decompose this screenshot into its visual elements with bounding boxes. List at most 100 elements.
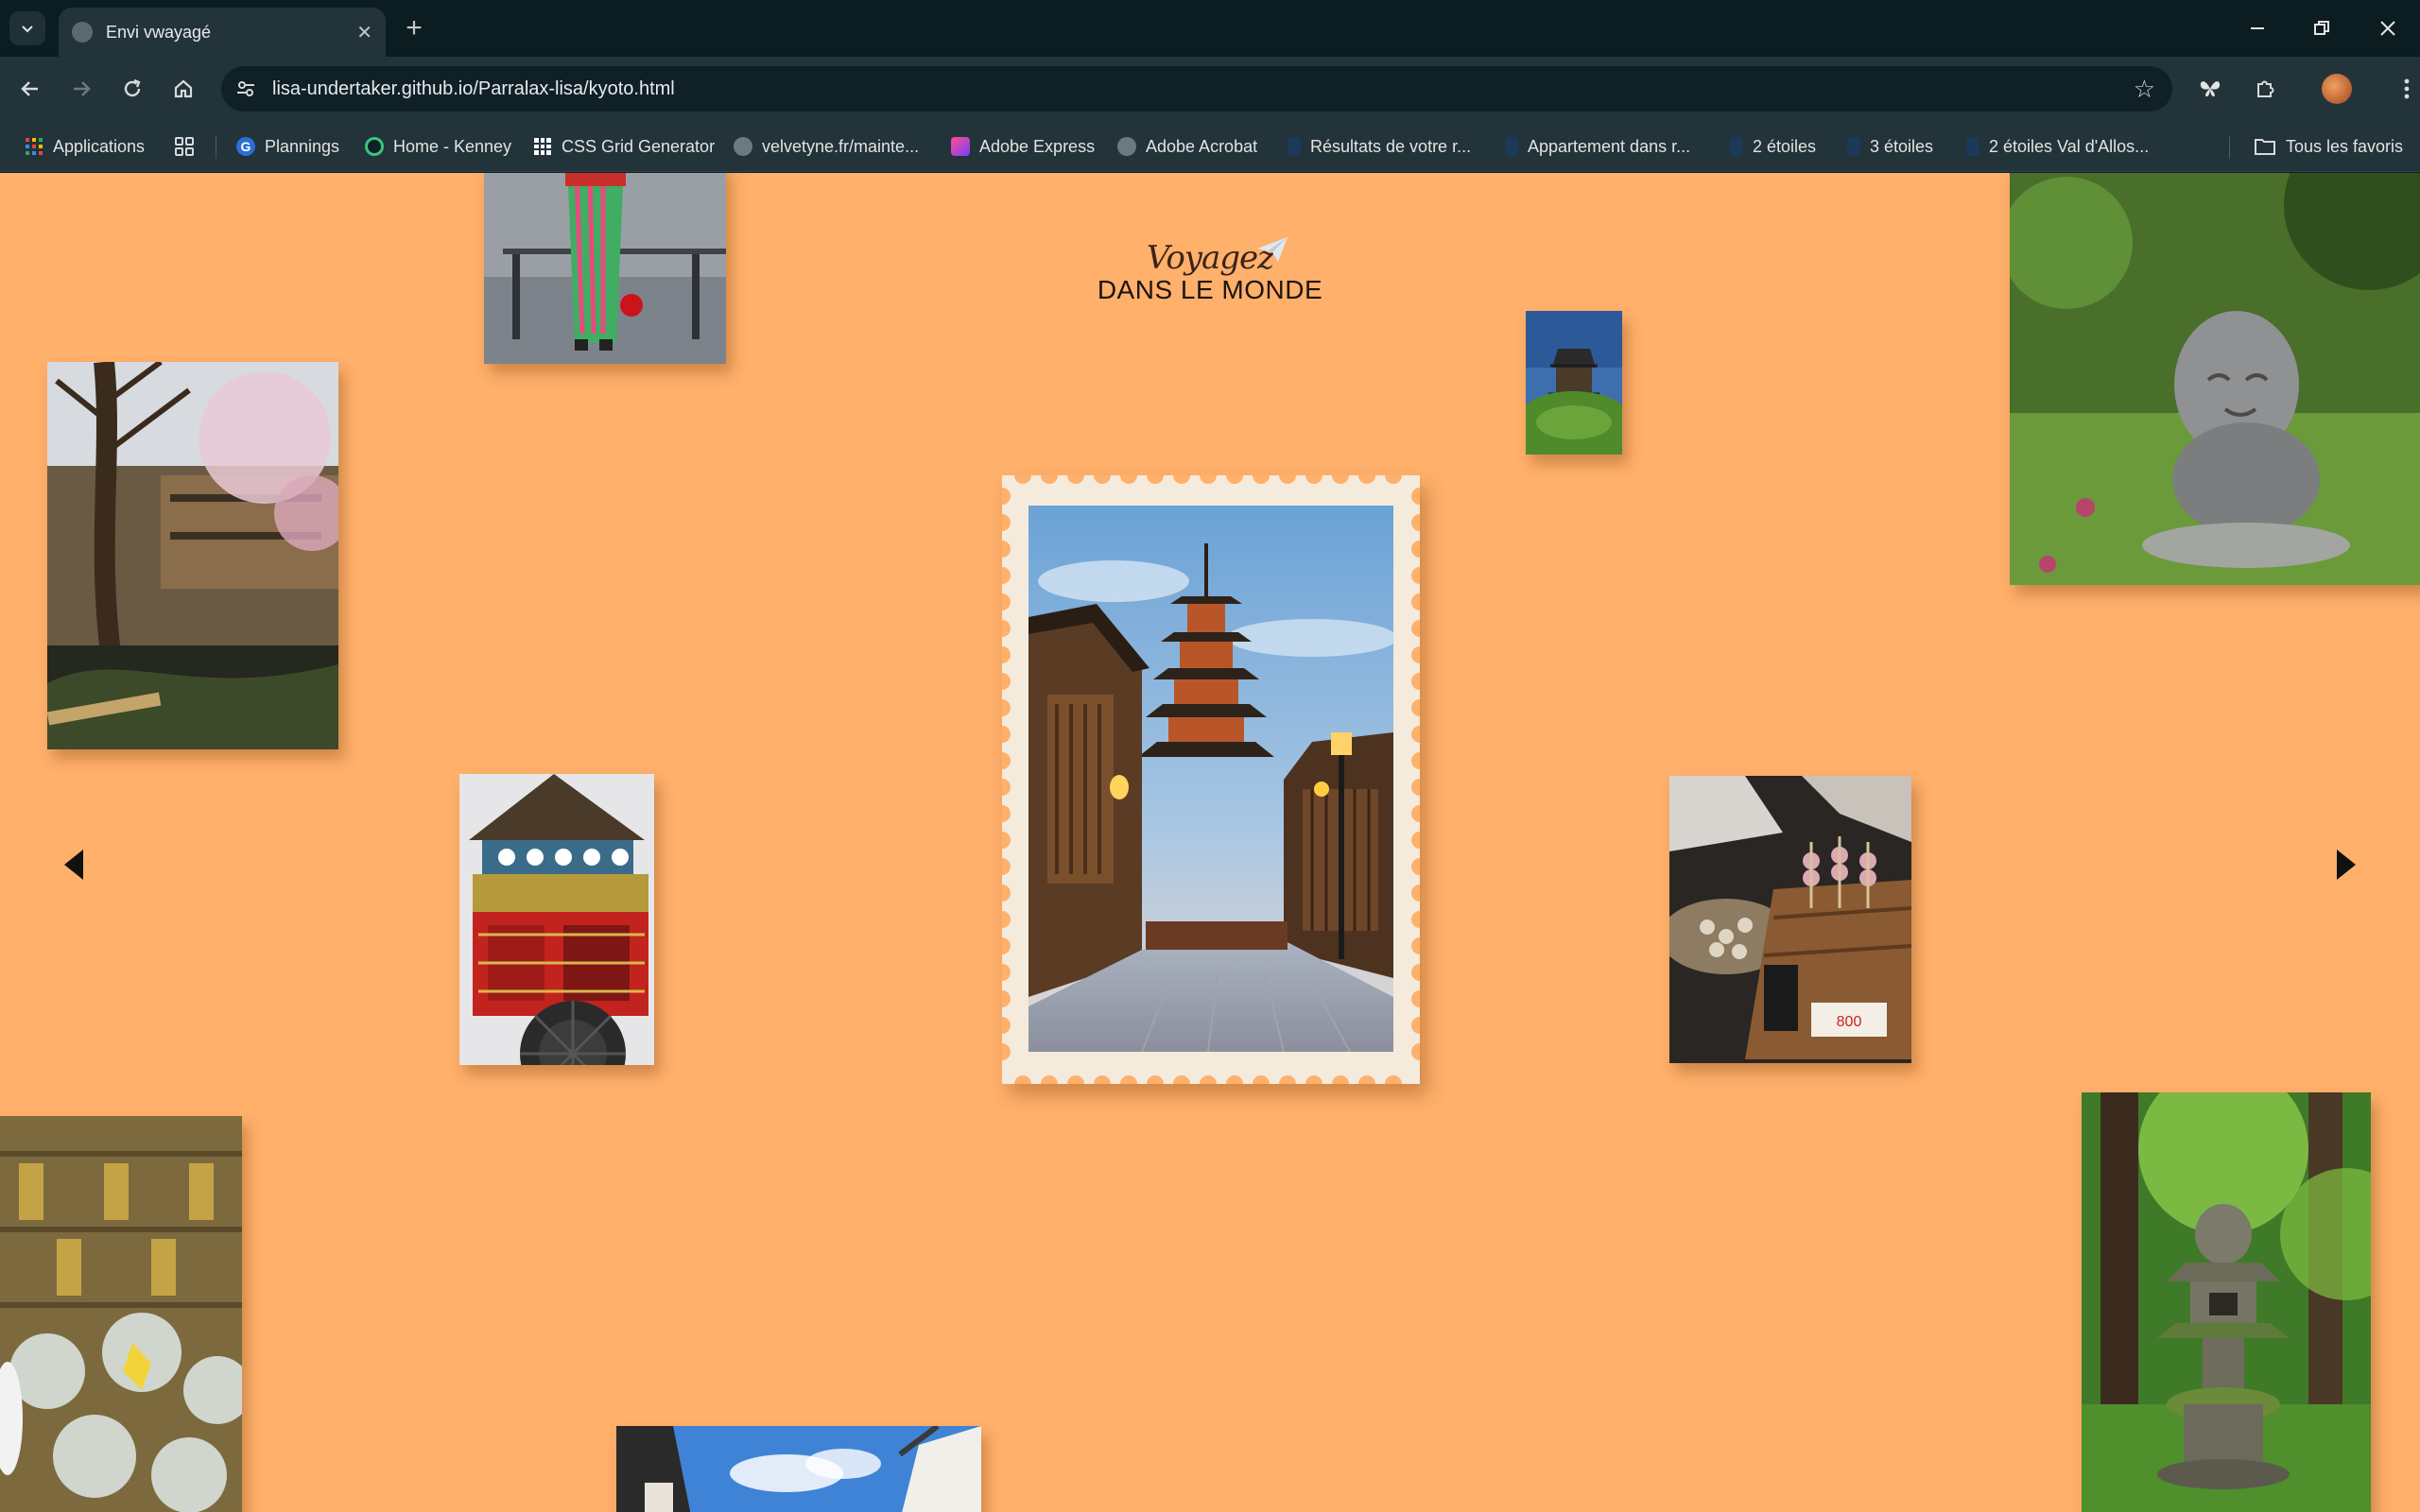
stamp-perforation-dot: [1411, 990, 1420, 1007]
bookmark-val-dallos[interactable]: 2 étoiles Val d'Allos...: [1966, 121, 2149, 172]
stamp-perforation-dot: [1411, 752, 1420, 769]
paper-plane-icon: [1257, 237, 1288, 262]
stamp-perforation-dot: [1147, 475, 1164, 484]
all-bookmarks-folder[interactable]: Tous les favoris: [2254, 121, 2403, 172]
photo-wind-chimes: [0, 1116, 242, 1512]
tab-groups-button[interactable]: [174, 121, 195, 172]
stamp-perforation-dot: [1332, 475, 1349, 484]
stamp-perforation-dot: [1041, 475, 1058, 484]
stamp-perforation-dot: [1358, 475, 1375, 484]
tab-search-button[interactable]: [9, 11, 45, 45]
url-text[interactable]: lisa-undertaker.github.io/Parralax-lisa/…: [272, 78, 2134, 100]
active-tab[interactable]: Envi vwayagé ✕: [59, 8, 386, 57]
bookmark-label: Appartement dans r...: [1528, 136, 1691, 156]
arrow-left-icon: [21, 81, 38, 96]
caret-right-icon: [2337, 850, 2356, 880]
stamp-perforation-dot: [1094, 475, 1111, 484]
stamp-perforation-dot: [1411, 832, 1420, 849]
bookmark-label: 3 étoiles: [1870, 136, 1934, 156]
stamp-perforation-dot: [1002, 1043, 1011, 1060]
apps-grid-icon: [26, 138, 43, 155]
all-bookmarks-label: Tous les favoris: [2286, 136, 2404, 156]
stamp-perforation-dot: [1411, 858, 1420, 875]
stamp-perforation-dot: [1014, 1075, 1031, 1084]
stamp-perforation-dot: [1411, 1017, 1420, 1034]
stamp-perforation-dot: [1002, 964, 1011, 981]
profile-avatar[interactable]: [2322, 74, 2352, 104]
bookmark-plannings[interactable]: G Plannings: [236, 121, 339, 172]
browser-toolbar: lisa-undertaker.github.io/Parralax-lisa/…: [0, 57, 2420, 121]
stamp-perforation-dot: [1173, 1075, 1190, 1084]
address-bar[interactable]: lisa-undertaker.github.io/Parralax-lisa/…: [221, 66, 2172, 112]
bookmark-adobe-acrobat[interactable]: Adobe Acrobat: [1117, 121, 1257, 172]
kenney-icon: [365, 137, 384, 156]
stamp-perforation-dot: [1226, 475, 1243, 484]
plannings-icon: G: [236, 137, 255, 156]
site-logo[interactable]: Voyagez DANS LE MONDE: [1097, 237, 1323, 305]
stamp-perforation-dot: [1332, 1075, 1349, 1084]
stamp-perforation-dot: [1147, 1075, 1164, 1084]
bookmark-velvetyne[interactable]: velvetyne.fr/mainte...: [734, 121, 919, 172]
stamp-perforation-dot: [1120, 475, 1137, 484]
bookmark-label: 2 étoiles: [1753, 136, 1817, 156]
close-window-button[interactable]: [2360, 9, 2416, 47]
stamp-perforation-dot: [1041, 1075, 1058, 1084]
arrow-right-icon: [74, 81, 91, 96]
photo-float: [459, 774, 654, 1065]
bookmark-appartement[interactable]: Appartement dans r...: [1505, 121, 1690, 172]
bookmark-resultats[interactable]: Résultats de votre r...: [1288, 121, 1471, 172]
stamp-perforation-dot: [1411, 885, 1420, 902]
stamp-perforation-dot: [1120, 1075, 1137, 1084]
extensions-button[interactable]: [2246, 70, 2284, 108]
bookmark-applications[interactable]: Applications: [25, 121, 145, 172]
bookmark-css-grid[interactable]: CSS Grid Generator: [533, 121, 715, 172]
bookmark-kenney[interactable]: Home - Kenney: [365, 121, 511, 172]
globe-icon: [734, 137, 752, 156]
butterfly-icon: [2200, 81, 2221, 97]
home-button[interactable]: [163, 68, 204, 110]
site-info-button[interactable]: [227, 70, 265, 108]
stamp-perforation-dot: [1411, 514, 1420, 531]
stamp-perforation-dot: [1173, 475, 1190, 484]
bookmark-star-icon[interactable]: ☆: [2134, 75, 2155, 104]
next-button[interactable]: [2327, 846, 2365, 884]
stamp-perforation-dot: [1253, 475, 1270, 484]
close-tab-icon[interactable]: ✕: [356, 21, 372, 44]
stamp-perforation-dot: [1279, 475, 1296, 484]
stamp-perforation-dot: [1014, 475, 1031, 484]
booking-icon: [1847, 137, 1860, 156]
stamp-perforation-dot: [1385, 1075, 1402, 1084]
bookmark-2-etoiles[interactable]: 2 étoiles: [1730, 121, 1816, 172]
minimize-icon: [2251, 27, 2264, 29]
stamp-perforation-dot: [1002, 1017, 1011, 1034]
booking-icon: [1966, 137, 1979, 156]
stamp-perforation-dot: [1094, 1075, 1111, 1084]
stamp-perforation-dot: [1411, 488, 1420, 505]
new-tab-button[interactable]: +: [395, 11, 433, 45]
extension-butterfly-icon[interactable]: [2191, 70, 2229, 108]
bookmark-3-etoiles[interactable]: 3 étoiles: [1847, 121, 1933, 172]
prev-button[interactable]: [55, 846, 93, 884]
stamp-perforation-dot: [1305, 475, 1322, 484]
stamp-perforation-dot: [1002, 488, 1011, 505]
stamp-perforation-dot: [1411, 1043, 1420, 1060]
menu-button[interactable]: [2388, 70, 2420, 108]
globe-icon: [1117, 137, 1136, 156]
stamp-perforation-dot: [1305, 1075, 1322, 1084]
stamp-perforation-dot: [1411, 911, 1420, 928]
bookmark-adobe-express[interactable]: Adobe Express: [951, 121, 1095, 172]
minimize-button[interactable]: [2229, 9, 2286, 47]
stamp-perforation-dot: [1411, 964, 1420, 981]
bookmark-label: Home - Kenney: [393, 136, 512, 156]
stamp-perforation-dot: [1253, 1075, 1270, 1084]
reload-button[interactable]: [112, 68, 153, 110]
restore-button[interactable]: [2293, 9, 2350, 47]
booking-icon: [1288, 137, 1301, 156]
featured-stamp[interactable]: [1002, 475, 1420, 1084]
stamp-perforation-dot: [1411, 541, 1420, 558]
back-button[interactable]: [9, 68, 51, 110]
stamp-perforation-dot: [1002, 885, 1011, 902]
stamp-perforation-dot: [1067, 1075, 1084, 1084]
bookmark-label: Applications: [53, 136, 146, 156]
forward-button[interactable]: [60, 68, 102, 110]
